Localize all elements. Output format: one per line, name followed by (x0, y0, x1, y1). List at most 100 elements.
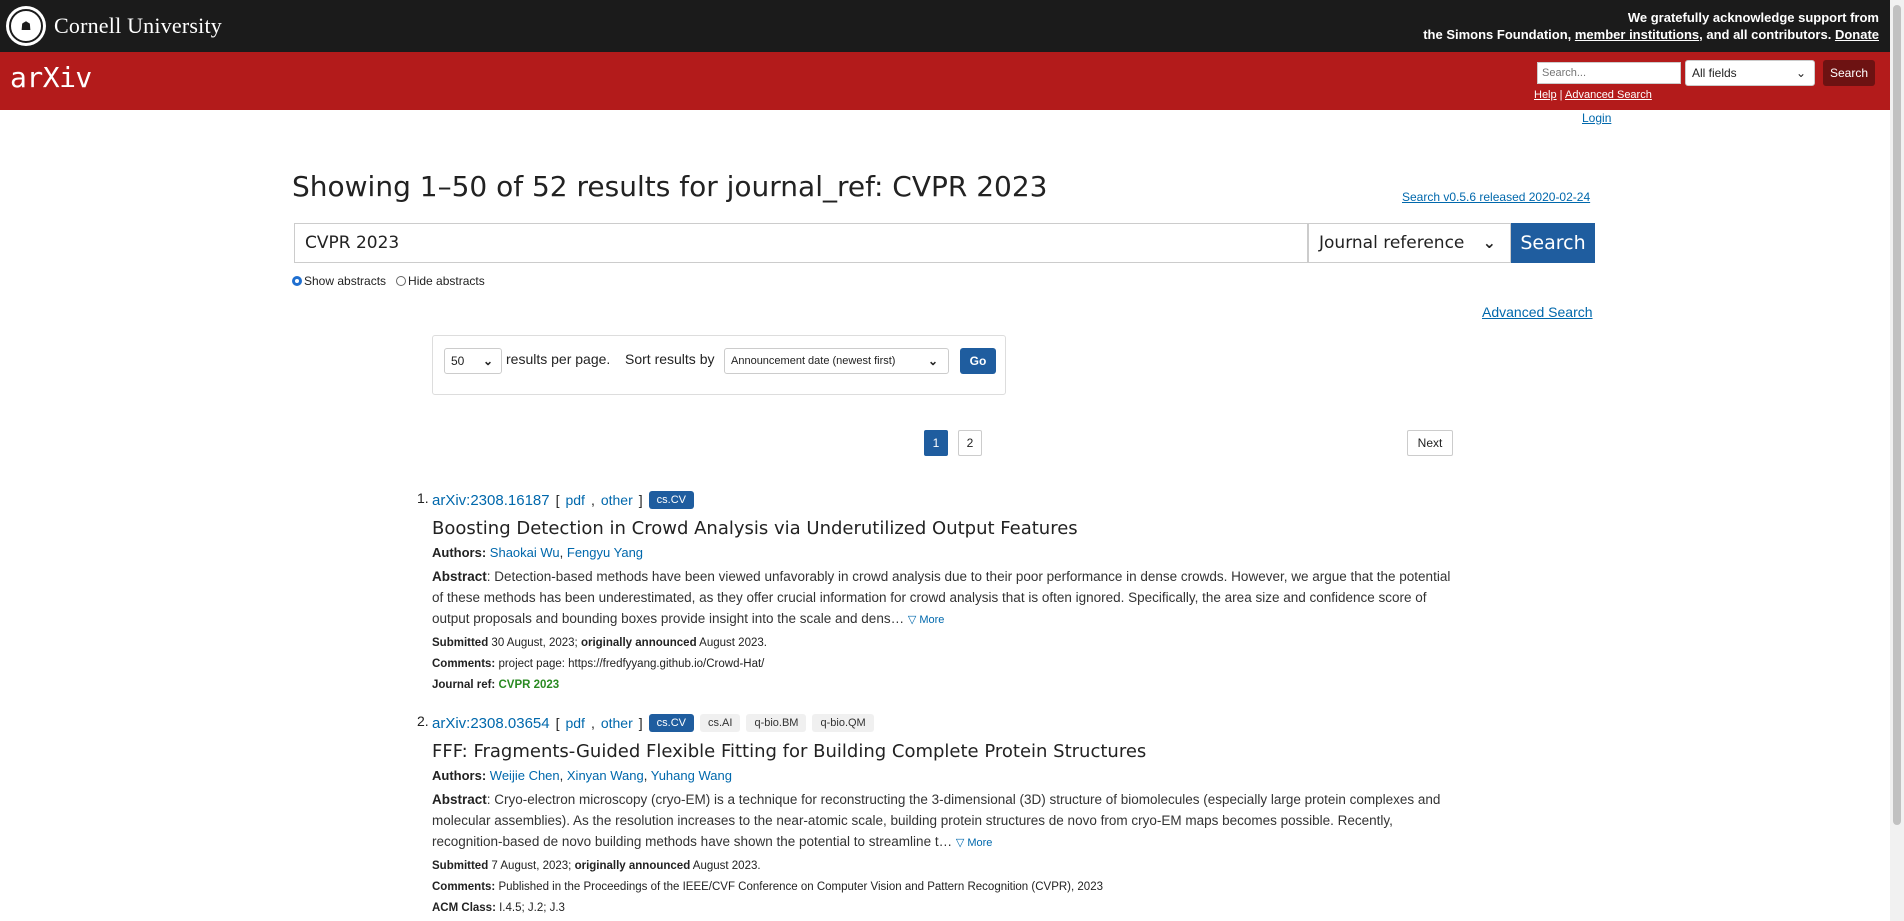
authors-label: Authors: (432, 545, 487, 560)
arxiv-id-link[interactable]: arXiv:2308.03654 (432, 715, 550, 732)
radio-unselected-icon (396, 276, 407, 286)
header-search-button[interactable]: Search (1823, 60, 1875, 86)
category-tag: q-bio.BM (746, 714, 807, 732)
authors-label: Authors: (432, 768, 487, 783)
comments-text: Published in the Proceedings of the IEEE… (495, 881, 1103, 893)
chevron-down-icon: ⌄ (482, 354, 493, 368)
result-title: FFF: Fragments-Guided Flexible Fitting f… (432, 741, 1147, 762)
page-2-link[interactable]: 2 (958, 430, 982, 456)
cornell-logo-link[interactable]: ☗ Cornell University (6, 3, 222, 49)
other-formats-link[interactable]: other (601, 715, 633, 731)
abstract-text: : Cryo-electron microscopy (cryo-EM) is … (432, 792, 1441, 849)
abstract: Abstract: Cryo-electron microscopy (cryo… (432, 789, 1452, 854)
header-search-input[interactable] (1537, 62, 1681, 84)
arxiv-id-link[interactable]: arXiv:2308.16187 (432, 492, 550, 509)
donate-link[interactable]: Donate (1835, 27, 1879, 42)
journal-ref-label: Journal ref: (432, 679, 496, 691)
more-link[interactable]: ▽ More (908, 614, 945, 626)
author-link[interactable]: Shaokai Wu (490, 545, 560, 560)
comments-text: project page: https://fredfyyang.github.… (495, 658, 765, 670)
hide-abstracts-radio[interactable]: Hide abstracts (396, 274, 485, 288)
abstract-toggle: Show abstracts Hide abstracts (292, 274, 485, 288)
result-number: 1. (417, 490, 429, 506)
journal-ref-value: CVPR 2023 (498, 679, 560, 691)
acm-class-value: I.4.5; J.2; J.3 (495, 902, 565, 914)
header-field-select-value: All fields (1692, 66, 1737, 80)
bracket: ] (638, 715, 643, 731)
ack-line2-pre: the Simons Foundation, (1423, 27, 1572, 42)
member-institutions-link[interactable]: member institutions (1575, 27, 1699, 42)
advanced-search-link[interactable]: Advanced Search (1482, 304, 1593, 320)
abstract-label: Abstract (432, 569, 487, 584)
comments: Comments: Published in the Proceedings o… (432, 879, 1452, 896)
hide-abstracts-label: Hide abstracts (408, 274, 485, 288)
comments: Comments: project page: https://fredfyya… (432, 656, 1452, 673)
main-search-input[interactable]: CVPR 2023 (294, 223, 1308, 263)
pdf-link[interactable]: pdf (565, 715, 584, 731)
author-link[interactable]: Weijie Chen (490, 768, 560, 783)
scrollbar-thumb[interactable] (1893, 5, 1901, 825)
pdf-link[interactable]: pdf (565, 492, 584, 508)
login-link[interactable]: Login (1582, 111, 1611, 125)
page-1-link[interactable]: 1 (924, 430, 948, 456)
per-page-value: 50 (451, 354, 465, 368)
comments-label: Comments: (432, 881, 496, 893)
submission-info: Submitted 30 August, 2023; originally an… (432, 635, 1452, 652)
category-tag: q-bio.QM (812, 714, 874, 732)
next-page-link[interactable]: Next (1407, 430, 1453, 456)
go-button[interactable]: Go (960, 348, 996, 374)
header-advanced-search-link[interactable]: Advanced Search (1565, 89, 1652, 101)
category-tag: cs.AI (700, 714, 741, 732)
submitted-date: 30 August, 2023; (488, 637, 581, 649)
announced-date: August 2023. (690, 860, 761, 872)
submitted-label: Submitted (432, 860, 489, 872)
main-search-button[interactable]: Search (1511, 223, 1595, 263)
author-link[interactable]: Yuhang Wang (651, 768, 732, 783)
separator: , (590, 492, 595, 508)
authors-line: Authors: Weijie Chen, Xinyan Wang, Yuhan… (432, 768, 732, 783)
submission-info: Submitted 7 August, 2023; originally ann… (432, 858, 1452, 875)
other-formats-link[interactable]: other (601, 492, 633, 508)
announced-label: originally announced (580, 637, 697, 649)
show-abstracts-label: Show abstracts (304, 274, 387, 288)
acknowledgement: We gratefully acknowledge support from t… (1423, 9, 1879, 43)
submitted-date: 7 August, 2023; (488, 860, 575, 872)
author-link[interactable]: Fengyu Yang (567, 545, 643, 560)
comments-label: Comments: (432, 658, 496, 670)
bracket: [ (555, 715, 560, 731)
result-item: 2. arXiv:2308.03654 [pdf, other] cs.CV c… (417, 713, 1452, 917)
per-page-label: results per page. (506, 351, 611, 367)
abstract-label: Abstract (432, 792, 487, 807)
chevron-down-icon: ⌄ (1482, 233, 1496, 252)
sort-label: Sort results by (625, 351, 715, 367)
arxiv-header: arXiv All fields ⌄ Search Help | Advance… (0, 52, 1890, 110)
journal-ref: Journal ref: CVPR 2023 (432, 677, 1452, 694)
header-links: Help | Advanced Search (1534, 89, 1652, 101)
search-field-value: Journal reference (1319, 233, 1465, 253)
header-field-select[interactable]: All fields ⌄ (1685, 60, 1815, 86)
acm-class: ACM Class: I.4.5; J.2; J.3 (432, 900, 1452, 917)
show-abstracts-radio[interactable]: Show abstracts (292, 274, 386, 288)
announced-label: originally announced (574, 860, 691, 872)
sort-select[interactable]: Announcement date (newest first) ⌄ (724, 348, 949, 374)
cornell-seal-icon: ☗ (6, 6, 46, 46)
arxiv-logo[interactable]: arXiv (10, 60, 92, 96)
top-bar: ☗ Cornell University We gratefully ackno… (0, 0, 1904, 52)
per-page-select[interactable]: 50 ⌄ (444, 348, 502, 374)
chevron-down-icon: ⌄ (927, 354, 938, 368)
page-title: Showing 1–50 of 52 results for journal_r… (292, 170, 1048, 203)
author-link[interactable]: Xinyan Wang (567, 768, 644, 783)
help-link[interactable]: Help (1534, 89, 1557, 101)
ack-line2-mid: , and all contributors. (1699, 27, 1832, 42)
bracket: [ (555, 492, 560, 508)
submitted-label: Submitted (432, 637, 489, 649)
pipe-separator: | (1556, 89, 1565, 101)
authors-line: Authors: Shaokai Wu, Fengyu Yang (432, 545, 644, 560)
more-link[interactable]: ▽ More (956, 837, 993, 849)
page-scrollbar[interactable] (1890, 0, 1904, 921)
release-notes-link[interactable]: Search v0.5.6 released 2020-02-24 (1402, 190, 1590, 204)
radio-selected-icon (292, 276, 302, 286)
category-tag: cs.CV (648, 714, 694, 732)
search-field-select[interactable]: Journal reference ⌄ (1308, 223, 1511, 263)
separator: , (590, 715, 595, 731)
